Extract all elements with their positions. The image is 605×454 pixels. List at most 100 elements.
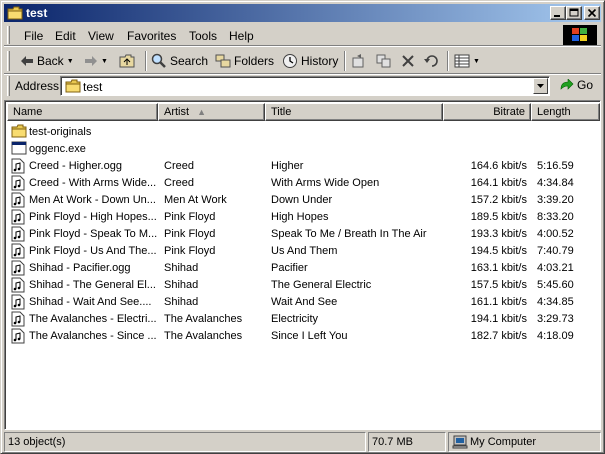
- file-title: Speak To Me / Breath In The Air: [271, 228, 427, 240]
- file-length: 4:03.21: [537, 262, 574, 274]
- file-row[interactable]: Shihad - Wait And See.... Shihad Wait And …: [7, 294, 600, 311]
- column-header-bitrate[interactable]: Bitrate: [443, 103, 531, 121]
- back-button[interactable]: Back ▼: [20, 52, 74, 70]
- status-zone: My Computer: [448, 432, 601, 452]
- go-button[interactable]: Go: [560, 78, 593, 92]
- address-input[interactable]: test: [60, 76, 550, 96]
- file-list[interactable]: Name Artist ▲ Title Bitrate Length test-o…: [4, 100, 601, 430]
- file-length: 3:39.20: [537, 194, 574, 206]
- up-folder-icon: [119, 54, 135, 68]
- address-bar: Address test Go: [4, 74, 601, 98]
- folder-icon: [11, 124, 27, 141]
- file-row[interactable]: Creed - With Arms Wide... Creed With Arms …: [7, 175, 600, 192]
- file-length: 5:45.60: [537, 279, 574, 291]
- folders-button[interactable]: Folders: [215, 52, 274, 70]
- column-bitrate-label: Bitrate: [493, 106, 525, 118]
- menu-view[interactable]: View: [88, 29, 114, 43]
- file-artist: Pink Floyd: [164, 245, 216, 257]
- go-arrow-icon: [560, 79, 574, 90]
- title-bar[interactable]: test: [4, 4, 601, 22]
- undo-button[interactable]: [424, 52, 440, 70]
- up-folder-button[interactable]: [119, 52, 135, 70]
- menu-edit[interactable]: Edit: [55, 29, 76, 43]
- move-to-button[interactable]: [351, 52, 367, 70]
- file-artist: Pink Floyd: [164, 228, 216, 240]
- exe-icon: [11, 141, 27, 158]
- file-artist: Shihad: [164, 279, 199, 291]
- file-row[interactable]: Men At Work - Down Un... Men At Work Down …: [7, 192, 600, 209]
- copy-to-icon: [376, 54, 391, 68]
- file-bitrate: 157.5 kbit/s: [470, 279, 527, 291]
- file-title: High Hopes: [271, 211, 329, 223]
- forward-button[interactable]: ▼: [84, 52, 108, 70]
- file-artist: Creed: [164, 177, 194, 189]
- column-header-name[interactable]: Name: [7, 103, 158, 121]
- toolbar-grip[interactable]: [7, 51, 10, 71]
- back-dropdown-icon[interactable]: ▼: [67, 58, 74, 65]
- file-name: The Avalanches - Since ...: [29, 330, 157, 342]
- file-length: 4:18.09: [537, 330, 574, 342]
- back-arrow-icon: [21, 56, 33, 66]
- file-artist: Men At Work: [164, 194, 227, 206]
- views-icon: [454, 54, 470, 68]
- menubar-grip[interactable]: [7, 26, 10, 44]
- file-row[interactable]: Pink Floyd - Speak To M... Pink Floyd Spea…: [7, 226, 600, 243]
- delete-button[interactable]: [401, 52, 415, 70]
- addressbar-grip[interactable]: [7, 76, 10, 96]
- my-computer-icon: [452, 435, 468, 449]
- address-dropdown-button[interactable]: [533, 78, 548, 94]
- column-header-artist[interactable]: Artist ▲: [158, 103, 265, 121]
- maximize-button[interactable]: [566, 6, 582, 20]
- menu-favorites[interactable]: Favorites: [127, 29, 176, 43]
- file-row[interactable]: oggenc.exe: [7, 141, 600, 158]
- file-row[interactable]: The Avalanches - Electri... The Avalanche…: [7, 311, 600, 328]
- status-object-count: 13 object(s): [4, 432, 366, 452]
- column-header-length[interactable]: Length: [531, 103, 600, 121]
- file-artist: Creed: [164, 160, 194, 172]
- chevron-down-icon: [537, 84, 544, 88]
- file-title: Us And Them: [271, 245, 338, 257]
- delete-icon: [402, 55, 414, 67]
- file-row[interactable]: Shihad - The General El... Shihad The Gene…: [7, 277, 600, 294]
- column-name-label: Name: [13, 106, 43, 118]
- file-name: Creed - With Arms Wide...: [29, 177, 157, 189]
- file-length: 3:29.73: [537, 313, 574, 325]
- file-bitrate: 194.1 kbit/s: [470, 313, 527, 325]
- copy-to-button[interactable]: [376, 52, 392, 70]
- audio-file-icon: [11, 328, 25, 347]
- search-icon: [151, 53, 166, 68]
- file-name: Shihad - Wait And See....: [29, 296, 152, 308]
- file-bitrate: 189.5 kbit/s: [470, 211, 527, 223]
- menu-tools[interactable]: Tools: [189, 29, 217, 43]
- menu-help[interactable]: Help: [229, 29, 254, 43]
- go-label: Go: [577, 78, 594, 92]
- file-length: 7:40.79: [537, 245, 574, 257]
- minimize-button[interactable]: [550, 6, 566, 20]
- move-to-icon: [352, 54, 364, 68]
- file-row[interactable]: The Avalanches - Since ... The Avalanches…: [7, 328, 600, 345]
- views-button[interactable]: ▼: [454, 52, 480, 70]
- file-artist: Shihad: [164, 296, 199, 308]
- views-dropdown-icon[interactable]: ▼: [473, 58, 480, 65]
- menu-file[interactable]: File: [24, 29, 43, 43]
- column-title-label: Title: [271, 106, 292, 118]
- file-length: 8:33.20: [537, 211, 574, 223]
- search-button[interactable]: Search: [151, 52, 208, 70]
- column-header-title[interactable]: Title: [265, 103, 443, 121]
- forward-dropdown-icon[interactable]: ▼: [101, 58, 108, 65]
- history-button[interactable]: History: [282, 52, 338, 70]
- status-zone-label: My Computer: [470, 436, 537, 448]
- windows-logo-icon: [563, 25, 597, 45]
- sort-ascending-icon: ▲: [197, 107, 206, 117]
- file-name: Pink Floyd - Speak To M...: [29, 228, 157, 240]
- file-row[interactable]: Shihad - Pacifier.ogg Shihad Pacifier 163.1…: [7, 260, 600, 277]
- file-row[interactable]: Pink Floyd - Us And The... Pink Floyd Us A…: [7, 243, 600, 260]
- file-artist: Shihad: [164, 262, 199, 274]
- file-row[interactable]: Pink Floyd - High Hopes.... Pink Floyd Hig…: [7, 209, 600, 226]
- status-size: 70.7 MB: [368, 432, 446, 452]
- file-row[interactable]: test-originals: [7, 124, 600, 141]
- close-button[interactable]: [584, 6, 600, 20]
- file-row[interactable]: Creed - Higher.ogg Creed Higher 164.6 kbit/…: [7, 158, 600, 175]
- file-title: Pacifier: [271, 262, 308, 274]
- back-label: Back: [37, 54, 64, 68]
